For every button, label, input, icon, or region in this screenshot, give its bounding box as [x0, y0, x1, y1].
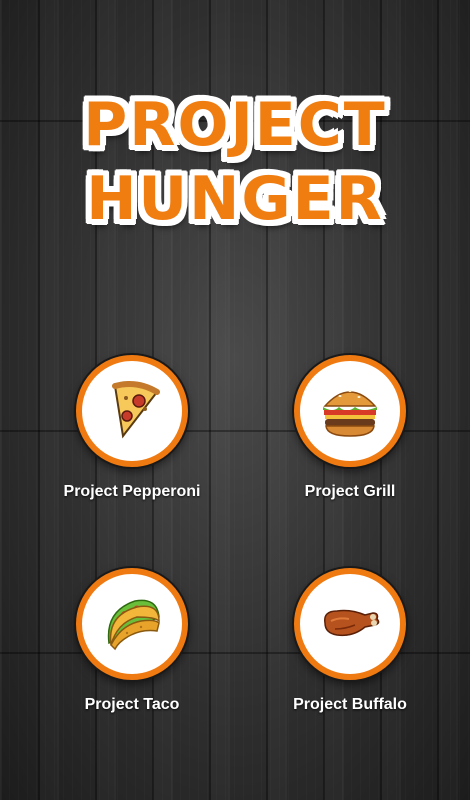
app-title: PROJECT HUNGER	[0, 88, 470, 236]
menu-item-buffalo[interactable]: Project Buffalo	[250, 568, 450, 714]
menu-item-taco[interactable]: Project Taco	[32, 568, 232, 714]
taco-icon	[97, 587, 167, 662]
menu-item-pepperoni[interactable]: Project Pepperoni	[32, 355, 232, 501]
app-title-line-2: HUNGER	[86, 164, 384, 234]
chicken-wing-icon	[315, 587, 385, 662]
pizza-slice-icon	[97, 374, 167, 449]
burger-icon	[315, 374, 385, 449]
grill-button[interactable]	[294, 355, 406, 467]
menu-item-label: Project Pepperoni	[63, 483, 201, 500]
taco-button[interactable]	[76, 568, 188, 680]
buffalo-button[interactable]	[294, 568, 406, 680]
menu-item-label: Project Grill	[304, 483, 396, 500]
pepperoni-button[interactable]	[76, 355, 188, 467]
menu-item-grill[interactable]: Project Grill	[250, 355, 450, 501]
menu-item-label: Project Buffalo	[293, 696, 407, 713]
app-title-line-1: PROJECT	[83, 90, 387, 160]
menu-item-label: Project Taco	[84, 696, 180, 713]
